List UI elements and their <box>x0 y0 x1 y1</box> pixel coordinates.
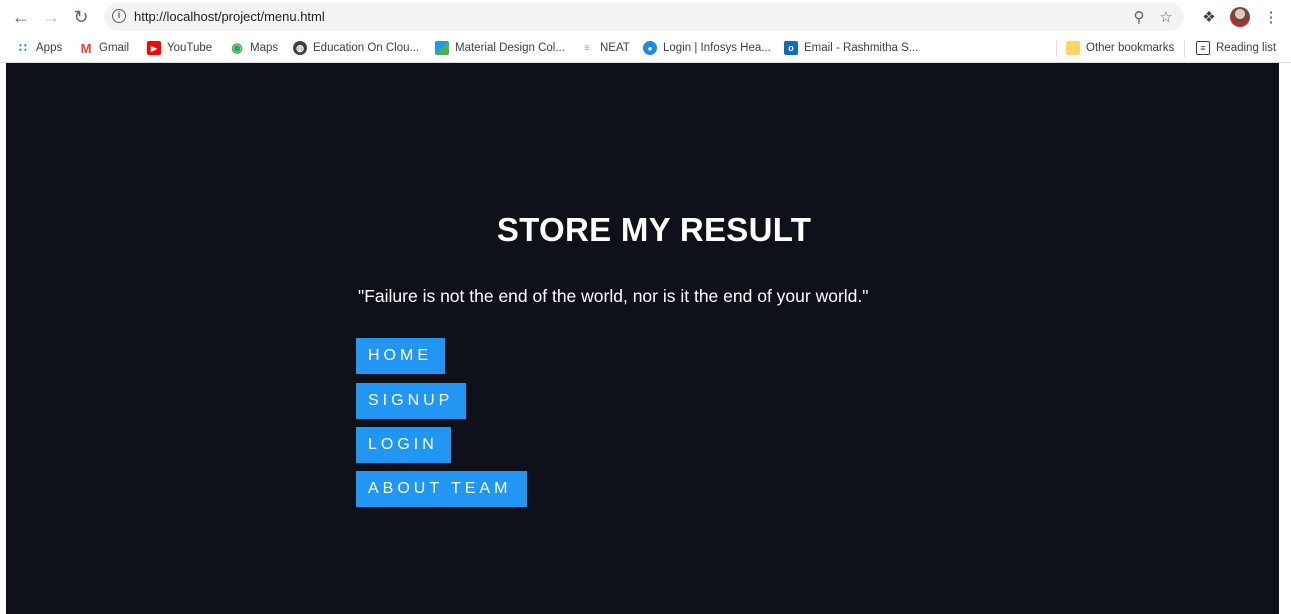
bookmark-maps[interactable]: ◉ Maps <box>230 39 278 57</box>
bookmark-other[interactable]: Other bookmarks <box>1066 39 1174 57</box>
zoom-icon[interactable]: ⚲ <box>1129 7 1149 27</box>
forward-arrow-icon[interactable]: → <box>38 4 64 30</box>
bookmark-material-design[interactable]: Material Design Col... <box>435 39 565 57</box>
bookmark-star-icon[interactable]: ☆ <box>1156 7 1176 27</box>
bookmark-label: Reading list <box>1216 42 1277 54</box>
apps-grid-icon: ∷ <box>19 41 27 55</box>
bookmark-gmail[interactable]: M Gmail <box>79 39 129 57</box>
bookmark-label: NEAT <box>600 42 630 54</box>
home-button[interactable]: HOME <box>356 338 445 374</box>
bookmark-label: Material Design Col... <box>455 42 565 54</box>
about-team-button[interactable]: ABOUT TEAM <box>356 471 527 507</box>
bookmark-label: Login | Infosys Hea... <box>663 42 771 54</box>
bookmark-label: YouTube <box>167 42 213 54</box>
quote-text: "Failure is not the end of the world, no… <box>358 286 869 306</box>
bookmark-label: Gmail <box>99 42 130 54</box>
browser-toolbar: ← → ↻ i http://localhost/project/menu.ht… <box>0 0 1291 34</box>
url-text[interactable]: http://localhost/project/menu.html <box>134 9 325 24</box>
folder-icon <box>1066 41 1080 55</box>
bookmarks-separator <box>1184 41 1185 57</box>
bookmark-label: Email - Rashmitha S... <box>804 42 919 54</box>
gmail-icon: M <box>80 40 92 56</box>
bookmark-label: Apps <box>36 42 63 54</box>
signup-button[interactable]: SIGNUP <box>356 383 466 419</box>
bookmark-email[interactable]: o Email - Rashmitha S... <box>784 39 918 57</box>
reading-list-icon: ≡ <box>1196 41 1210 55</box>
bookmark-label: Education On Clou... <box>313 42 420 54</box>
bookmark-label: Maps <box>250 42 279 54</box>
bookmark-education[interactable]: ◍ Education On Clou... <box>293 39 419 57</box>
address-bar[interactable]: i http://localhost/project/menu.html ⚲ ☆ <box>104 3 1184 31</box>
bookmarks-separator <box>1056 41 1057 57</box>
bookmark-apps[interactable]: ∷ Apps <box>16 39 62 57</box>
bookmarks-bar: ∷ Apps M Gmail ▶ YouTube ◉ Maps ◍ Educat… <box>0 34 1291 63</box>
profile-avatar[interactable] <box>1230 7 1250 27</box>
back-arrow-icon[interactable]: ← <box>8 4 34 30</box>
neat-icon: ≡ <box>584 42 590 54</box>
bookmark-youtube[interactable]: ▶ YouTube <box>147 39 212 57</box>
page-title: STORE MY RESULT <box>496 211 812 248</box>
infosys-icon: ● <box>643 41 657 55</box>
site-info-icon[interactable]: i <box>112 9 126 23</box>
page-content: STORE MY RESULT "Failure is not the end … <box>6 63 1279 614</box>
maps-pin-icon: ◉ <box>231 40 243 55</box>
reading-list[interactable]: ≡ Reading list <box>1196 39 1276 57</box>
login-button[interactable]: LOGIN <box>356 427 451 463</box>
bookmark-label: Other bookmarks <box>1086 42 1175 54</box>
extensions-puzzle-icon[interactable]: ❖ <box>1198 6 1220 28</box>
outlook-icon: o <box>784 41 798 55</box>
reload-icon[interactable]: ↻ <box>68 4 94 30</box>
more-menu-icon[interactable]: ⋮ <box>1260 6 1282 28</box>
bookmark-neat[interactable]: ≡ NEAT <box>580 39 630 57</box>
bookmark-infosys[interactable]: ● Login | Infosys Hea... <box>643 39 771 57</box>
material-design-icon <box>435 41 449 55</box>
youtube-icon: ▶ <box>147 41 161 55</box>
globe-icon: ◍ <box>293 41 307 55</box>
